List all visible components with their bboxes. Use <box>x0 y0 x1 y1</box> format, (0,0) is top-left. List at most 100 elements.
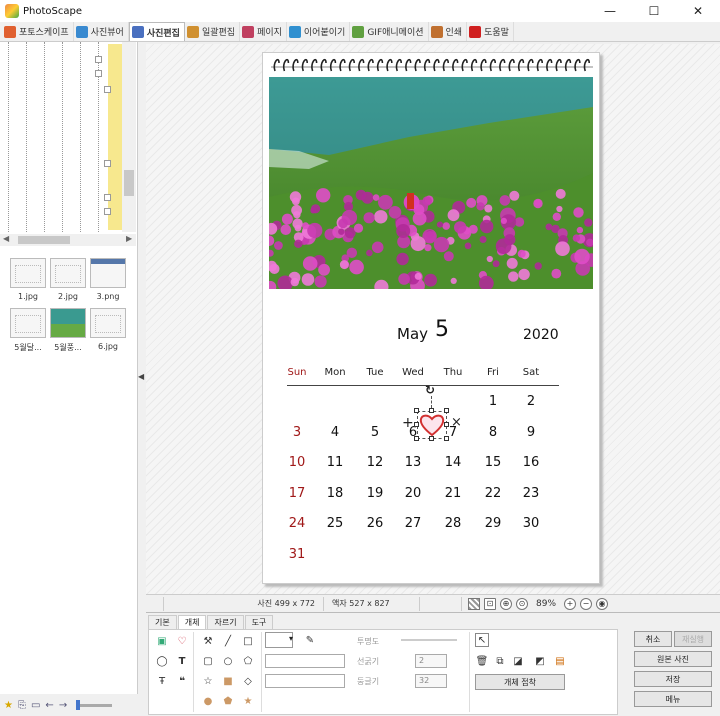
move-handle-icon[interactable]: + <box>402 415 414 431</box>
line-width-spinner[interactable]: 2 <box>415 654 447 668</box>
tree-expand-box[interactable] <box>104 194 111 201</box>
editor-canvas[interactable]: May 5 2020 Sun Mon Tue Wed Thu Fri Sat 1 2 3 4 5 6 7 8… <box>146 44 720 594</box>
resize-handle[interactable] <box>444 408 449 413</box>
rectangle-tool-icon[interactable]: □ <box>241 634 255 648</box>
resize-handle[interactable] <box>444 436 449 441</box>
tree-horizontal-scrollbar[interactable]: ◀ ▶ <box>0 234 136 246</box>
tab-4[interactable]: 페이지 <box>240 22 287 41</box>
thumbnail-item[interactable]: 5월풍... <box>48 308 88 353</box>
zoom-fit-icon[interactable]: ⊕ <box>500 597 512 610</box>
object-attach-button[interactable]: 개체 접착 <box>475 674 565 690</box>
rounded-rect-icon[interactable]: ▢ <box>201 654 215 668</box>
subtab-0[interactable]: 기본 <box>148 615 177 629</box>
fill-circle-icon[interactable]: ● <box>201 694 215 708</box>
thumbnail-item[interactable]: 5월달... <box>8 308 48 353</box>
thumbnail-item[interactable]: 3.png <box>88 258 128 301</box>
thumbnail-item[interactable]: 2.jpg <box>48 258 88 301</box>
fill-style-dropdown[interactable] <box>265 674 345 688</box>
collapse-panel-icon[interactable]: ◀ <box>138 372 146 384</box>
fill-rect-icon[interactable]: ■ <box>221 674 235 688</box>
redo-button[interactable]: 재실행 <box>674 631 712 647</box>
subtab-2[interactable]: 자르기 <box>207 615 244 629</box>
resize-handle[interactable] <box>414 408 419 413</box>
rounding-spinner[interactable]: 32 <box>415 674 447 688</box>
photo-insert-icon[interactable]: ▣ <box>155 634 169 648</box>
tab-5[interactable]: 이어붙이기 <box>287 22 351 41</box>
resize-handle[interactable] <box>429 436 434 441</box>
object-list-icon[interactable]: ▤ <box>553 654 567 668</box>
tab-0[interactable]: 포토스케이프 <box>2 22 74 41</box>
tree-expand-box[interactable] <box>95 70 102 77</box>
tab-6[interactable]: GIF애니메이션 <box>350 22 429 41</box>
bring-front-icon[interactable]: ◪ <box>511 654 525 668</box>
tab-8[interactable]: 도움말 <box>467 22 514 41</box>
folder-icon[interactable]: ▭ <box>31 700 40 711</box>
diamond-tool-icon[interactable]: ◇ <box>241 674 255 688</box>
tree-hscroll-thumb[interactable] <box>18 236 70 244</box>
opacity-slider[interactable] <box>401 639 457 641</box>
quote-icon[interactable]: ❝ <box>175 674 189 688</box>
fill-pentagon-icon[interactable]: ⬟ <box>221 694 235 708</box>
resize-handle[interactable] <box>414 422 419 427</box>
forward-arrow-icon[interactable]: → <box>59 700 67 711</box>
delete-object-icon[interactable]: × <box>451 415 462 430</box>
undo-button[interactable]: 취소 <box>634 631 672 647</box>
tree-expand-box[interactable] <box>104 160 111 167</box>
rotate-handle-icon[interactable]: ↻ <box>425 383 435 397</box>
thumbnail-item[interactable]: 1.jpg <box>8 258 48 301</box>
maximize-button[interactable]: ☐ <box>632 0 676 22</box>
tab-1[interactable]: 사진뷰어 <box>74 22 129 41</box>
text-box-icon[interactable]: Ŧ <box>155 674 169 688</box>
resize-handle[interactable] <box>414 436 419 441</box>
tree-scroll-thumb[interactable] <box>124 170 134 196</box>
send-back-icon[interactable]: ◩ <box>533 654 547 668</box>
zoom-in-icon[interactable]: + <box>564 597 577 610</box>
calendar-photo[interactable] <box>269 77 593 289</box>
scroll-right-icon[interactable]: ▶ <box>126 234 132 243</box>
heart-stamp-icon[interactable]: ♡ <box>175 634 189 648</box>
line-tool-icon[interactable]: ╱ <box>221 634 235 648</box>
thumbnail-size-slider[interactable] <box>76 699 113 710</box>
resize-handle[interactable] <box>429 408 434 413</box>
text-tool-icon[interactable]: T <box>175 654 189 668</box>
line-style-dropdown[interactable] <box>265 654 345 668</box>
thumbnail-item[interactable]: 6.jpg <box>88 308 128 351</box>
tree-expand-box[interactable] <box>104 208 111 215</box>
subtab-3[interactable]: 도구 <box>244 615 274 629</box>
star-icon[interactable]: ★ <box>4 700 13 711</box>
select-pointer-icon[interactable]: ↖ <box>475 633 489 647</box>
magic-wand-icon[interactable]: ⚒ <box>201 634 215 648</box>
circle-tool-icon[interactable]: ○ <box>221 654 235 668</box>
folder-tree[interactable] <box>0 42 136 232</box>
close-button[interactable]: ✕ <box>676 0 720 22</box>
folder-add-icon[interactable]: ⎘ <box>18 700 26 711</box>
copy-object-icon[interactable]: ⧉ <box>493 654 507 668</box>
tab-2[interactable]: 사진편집 <box>128 22 185 41</box>
fit-screen-icon[interactable]: ⊡ <box>484 597 496 610</box>
star-tool-icon[interactable]: ☆ <box>201 674 215 688</box>
resize-handle[interactable] <box>444 422 449 427</box>
eyedropper-icon[interactable]: ✎ <box>303 633 317 647</box>
color-dropdown-icon[interactable]: ▾ <box>289 634 293 643</box>
selection-box[interactable] <box>417 411 447 439</box>
zoom-reset-icon[interactable]: ◉ <box>596 597 609 610</box>
minimize-button[interactable]: — <box>588 0 632 22</box>
subtab-1[interactable]: 개체 <box>177 615 207 629</box>
zoom-actual-icon[interactable]: ⊙ <box>516 597 528 610</box>
tab-7[interactable]: 인쇄 <box>429 22 468 41</box>
tree-expand-box[interactable] <box>95 56 102 63</box>
back-arrow-icon[interactable]: ← <box>45 700 53 711</box>
pentagon-tool-icon[interactable]: ⬠ <box>241 654 255 668</box>
tab-3[interactable]: 일괄편집 <box>185 22 241 41</box>
tree-expand-box[interactable] <box>104 86 111 93</box>
scroll-left-icon[interactable]: ◀ <box>3 234 9 243</box>
delete-object-icon[interactable]: 🗑 <box>475 654 489 668</box>
save-button[interactable]: 저장 <box>634 671 712 687</box>
tree-vertical-scrollbar[interactable] <box>122 42 136 232</box>
menu-button[interactable]: 메뉴 <box>634 691 712 707</box>
original-photo-button[interactable]: 원본 사진 <box>634 651 712 667</box>
transparency-icon[interactable] <box>468 597 480 610</box>
zoom-out-icon[interactable]: − <box>580 597 593 610</box>
speech-bubble-icon[interactable]: ◯ <box>155 654 169 668</box>
calendar-page[interactable]: May 5 2020 Sun Mon Tue Wed Thu Fri Sat 1 2 3 4 5 6 7 8… <box>262 52 600 584</box>
